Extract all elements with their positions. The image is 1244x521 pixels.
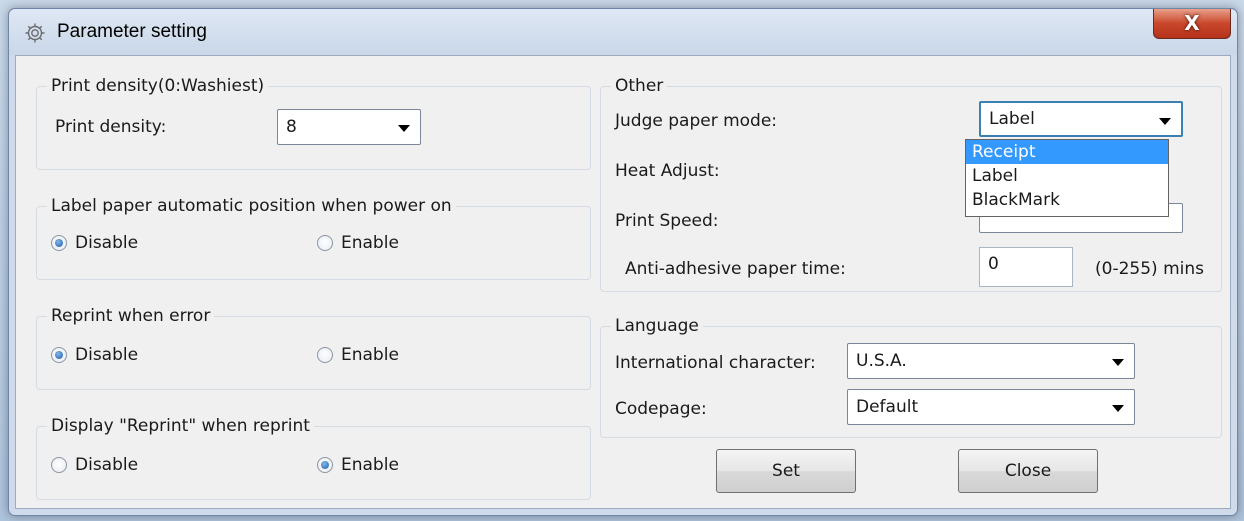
reprint-error-legend: Reprint when error: [47, 305, 215, 327]
print-density-group: Print density(0:Washiest) Print density:…: [36, 75, 591, 170]
display-reprint-disable-radio[interactable]: Disable: [51, 455, 138, 475]
reprint-error-disable-radio[interactable]: Disable: [51, 345, 138, 365]
international-character-value: U.S.A.: [856, 351, 907, 371]
other-legend: Other: [611, 75, 668, 97]
radio-unselected-icon: [317, 235, 333, 251]
label-auto-position-legend: Label paper automatic position when powe…: [47, 195, 456, 217]
display-reprint-legend: Display "Reprint" when reprint: [47, 415, 314, 437]
heat-adjust-label: Heat Adjust:: [615, 161, 720, 181]
radio-unselected-icon: [51, 457, 67, 473]
chevron-down-icon: [1112, 359, 1124, 366]
label-auto-position-enable-radio[interactable]: Enable: [317, 233, 399, 253]
radio-selected-icon: [51, 347, 67, 363]
display-reprint-group: Display "Reprint" when reprint Disable E…: [36, 415, 591, 500]
gear-icon: [25, 23, 45, 43]
print-density-label: Print density:: [55, 117, 167, 137]
radio-unselected-icon: [317, 347, 333, 363]
chevron-down-icon: [1112, 405, 1124, 412]
label-auto-position-group: Label paper automatic position when powe…: [36, 195, 591, 280]
print-density-legend: Print density(0:Washiest): [47, 75, 269, 97]
dropdown-option-label[interactable]: Label: [966, 164, 1168, 188]
dropdown-option-receipt[interactable]: Receipt: [966, 140, 1168, 164]
dialog-client-area: Print density(0:Washiest) Print density:…: [15, 55, 1231, 509]
radio-label: Disable: [75, 233, 139, 253]
judge-paper-mode-select[interactable]: Label: [979, 101, 1183, 137]
radio-label: Disable: [75, 455, 139, 475]
chevron-down-icon: [1159, 118, 1171, 125]
reprint-error-enable-radio[interactable]: Enable: [317, 345, 399, 365]
codepage-label: Codepage:: [615, 399, 707, 419]
codepage-value: Default: [856, 397, 919, 417]
window-close-button[interactable]: X: [1153, 9, 1231, 39]
judge-paper-mode-dropdown: Receipt Label BlackMark: [965, 139, 1169, 217]
reprint-error-group: Reprint when error Disable Enable: [36, 305, 591, 390]
print-density-value: 8: [286, 117, 297, 137]
language-group: Language International character: U.S.A.…: [600, 315, 1222, 438]
chevron-down-icon: [398, 125, 410, 132]
radio-label: Enable: [341, 233, 399, 253]
international-character-label: International character:: [615, 353, 816, 373]
anti-adhesive-range-label: (0-255) mins: [1095, 259, 1204, 279]
label-auto-position-disable-radio[interactable]: Disable: [51, 233, 138, 253]
codepage-select[interactable]: Default: [847, 389, 1135, 425]
close-button[interactable]: Close: [958, 449, 1098, 493]
anti-adhesive-time-input[interactable]: 0: [979, 247, 1073, 287]
radio-selected-icon: [51, 235, 67, 251]
radio-selected-icon: [317, 457, 333, 473]
display-reprint-enable-radio[interactable]: Enable: [317, 455, 399, 475]
language-legend: Language: [611, 315, 703, 337]
anti-adhesive-time-value: 0: [988, 254, 999, 274]
window-title: Parameter setting: [57, 21, 207, 42]
anti-adhesive-time-label: Anti-adhesive paper time:: [625, 259, 846, 279]
radio-label: Enable: [341, 345, 399, 365]
dropdown-option-blackmark[interactable]: BlackMark: [966, 188, 1168, 212]
parameter-setting-dialog: Parameter setting X Print density(0:Wash…: [8, 8, 1238, 516]
judge-paper-mode-label: Judge paper mode:: [615, 111, 778, 131]
radio-label: Disable: [75, 345, 139, 365]
print-density-select[interactable]: 8: [277, 109, 421, 145]
title-bar: Parameter setting X: [9, 9, 1237, 55]
international-character-select[interactable]: U.S.A.: [847, 343, 1135, 379]
radio-label: Enable: [341, 455, 399, 475]
print-speed-label: Print Speed:: [615, 211, 719, 231]
judge-paper-mode-value: Label: [989, 109, 1035, 129]
set-button[interactable]: Set: [716, 449, 856, 493]
